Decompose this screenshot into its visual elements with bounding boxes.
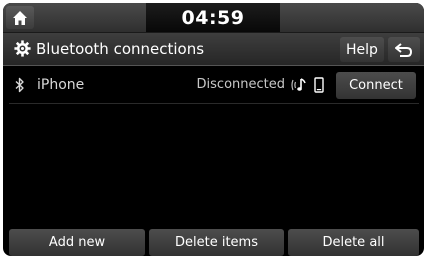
home-icon [13, 10, 27, 25]
back-arrow-icon [395, 42, 413, 57]
device-name: iPhone [37, 77, 85, 93]
screen: 04:59 Bluetooth connections Help iPhone … [3, 3, 424, 256]
page-title: Bluetooth connections [36, 40, 205, 58]
bottom-action-bar: Add new Delete items Delete all [3, 229, 424, 256]
connect-button[interactable]: Connect [336, 72, 416, 99]
add-new-button[interactable]: Add new [9, 229, 145, 256]
back-button[interactable] [388, 37, 420, 62]
home-button[interactable] [6, 6, 34, 29]
connection-status: Disconnected [196, 77, 285, 92]
clock: 04:59 [146, 3, 280, 32]
delete-all-button[interactable]: Delete all [288, 229, 419, 256]
status-bar: 04:59 [3, 3, 424, 33]
device-list-item[interactable]: iPhone Disconnected Connect [9, 67, 419, 104]
help-button[interactable]: Help [340, 37, 384, 62]
title-bar: Bluetooth connections Help [3, 33, 424, 66]
phone-icon [314, 77, 324, 93]
audio-streaming-icon [291, 78, 306, 91]
bluetooth-icon [15, 77, 24, 93]
gear-icon [14, 40, 31, 57]
delete-items-button[interactable]: Delete items [149, 229, 284, 256]
